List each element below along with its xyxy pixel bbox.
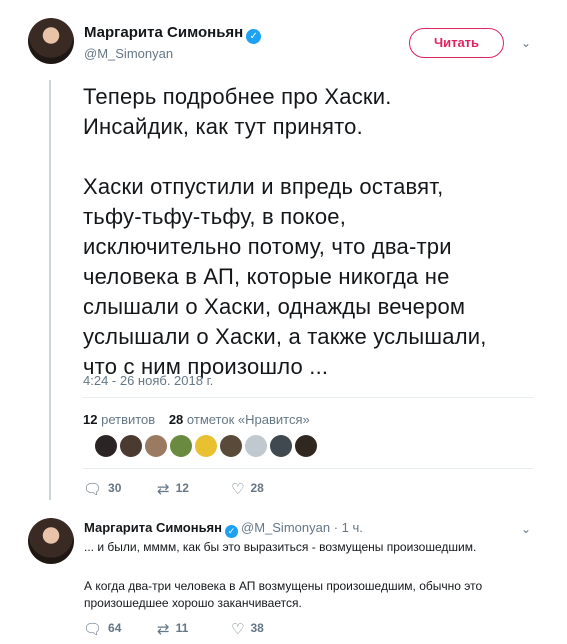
engagement-stats: 12 ретвитов 28 отметок «Нравится» bbox=[83, 412, 320, 427]
tweet-text: Теперь подробнее про Хаски. Инсайдик, ка… bbox=[83, 82, 543, 382]
chevron-down-icon[interactable]: ⌄ bbox=[521, 522, 531, 536]
tweet-line: человека в АП, которые никогда не bbox=[83, 264, 450, 289]
retweet-action[interactable]: ⇄ 11 bbox=[157, 620, 188, 638]
like-count: 28 bbox=[250, 481, 264, 495]
chevron-down-icon[interactable]: ⌄ bbox=[521, 36, 533, 50]
reply-line: А когда два-три человека в АП возмущены … bbox=[84, 579, 483, 610]
liker-avatar[interactable] bbox=[245, 435, 267, 457]
reply-header: Маргарита Симоньян ✓ @M_Simonyan · 1 ч. bbox=[84, 520, 363, 538]
reply-text: ... и были, мммм, как бы это выразиться … bbox=[84, 539, 534, 612]
like-count: 38 bbox=[250, 621, 264, 635]
reply-icon[interactable]: 🗨︎ bbox=[83, 621, 102, 638]
liker-avatar[interactable] bbox=[170, 435, 192, 457]
tweet-line: исключительно потому, что два-три bbox=[83, 234, 452, 259]
author-name-text[interactable]: Маргарита Симоньян bbox=[84, 24, 243, 41]
heart-icon[interactable]: ♡ bbox=[231, 481, 244, 498]
thread-connector-line bbox=[49, 80, 51, 500]
divider bbox=[83, 468, 533, 469]
reply-icon[interactable]: 🗨︎ bbox=[83, 481, 102, 498]
retweet-icon[interactable]: ⇄ bbox=[157, 621, 170, 638]
author-handle[interactable]: @M_Simonyan bbox=[84, 46, 173, 61]
likes-label: отметок «Нравится» bbox=[186, 412, 310, 427]
verified-badge-icon: ✓ bbox=[246, 29, 262, 44]
reply-count: 30 bbox=[108, 481, 122, 495]
reply-action[interactable]: 🗨︎ 30 bbox=[83, 480, 121, 498]
follow-button[interactable]: Читать bbox=[409, 28, 504, 58]
author-name[interactable]: Маргарита Симоньян ✓ bbox=[84, 24, 262, 44]
liker-avatar[interactable] bbox=[220, 435, 242, 457]
verified-badge-icon: ✓ bbox=[225, 525, 238, 538]
like-action[interactable]: ♡ 28 bbox=[231, 480, 264, 498]
reply-count: 64 bbox=[108, 621, 122, 635]
tweet-line: услышали о Хаски, а также услышали, bbox=[83, 324, 487, 349]
divider bbox=[83, 397, 533, 398]
likes-count: 28 bbox=[168, 412, 184, 427]
reply-line: ... и были, мммм, как бы это выразиться … bbox=[84, 540, 477, 554]
liker-avatar[interactable] bbox=[195, 435, 217, 457]
tweet-line: Инсайдик, как тут принято. bbox=[83, 114, 363, 139]
retweet-action[interactable]: ⇄ 12 bbox=[157, 480, 189, 498]
reply-time[interactable]: · 1 ч. bbox=[334, 520, 363, 535]
heart-icon[interactable]: ♡ bbox=[231, 621, 244, 638]
retweet-icon[interactable]: ⇄ bbox=[157, 481, 170, 498]
tweet-timestamp[interactable]: 4:24 - 26 нояб. 2018 г. bbox=[83, 373, 213, 388]
reply-author-name[interactable]: Маргарита Симоньян bbox=[84, 520, 222, 535]
avatar[interactable] bbox=[28, 18, 74, 64]
reply-author-handle[interactable]: @M_Simonyan bbox=[241, 520, 330, 535]
reply-action[interactable]: 🗨︎ 64 bbox=[83, 620, 121, 638]
like-action[interactable]: ♡ 38 bbox=[231, 620, 264, 638]
retweet-count: 12 bbox=[175, 481, 189, 495]
tweet-line: Хаски отпустили и впредь оставят, bbox=[83, 174, 444, 199]
liker-avatar[interactable] bbox=[145, 435, 167, 457]
tweet-line: тьфу-тьфу-тьфу, в покое, bbox=[83, 204, 347, 229]
liker-avatar[interactable] bbox=[295, 435, 317, 457]
retweets-count: 12 bbox=[83, 412, 98, 427]
reply-avatar[interactable] bbox=[28, 518, 74, 564]
liker-avatar[interactable] bbox=[95, 435, 117, 457]
retweet-count: 11 bbox=[175, 621, 189, 635]
tweet-line: слышали о Хаски, однажды вечером bbox=[83, 294, 466, 319]
likes-stat[interactable]: 28 отметок «Нравится» bbox=[169, 412, 310, 427]
retweets-label: ретвитов bbox=[101, 412, 156, 427]
liker-avatar[interactable] bbox=[270, 435, 292, 457]
tweet-line: Теперь подробнее про Хаски. bbox=[83, 84, 392, 109]
retweets-stat[interactable]: 12 ретвитов bbox=[83, 412, 155, 427]
liker-avatar[interactable] bbox=[120, 435, 142, 457]
